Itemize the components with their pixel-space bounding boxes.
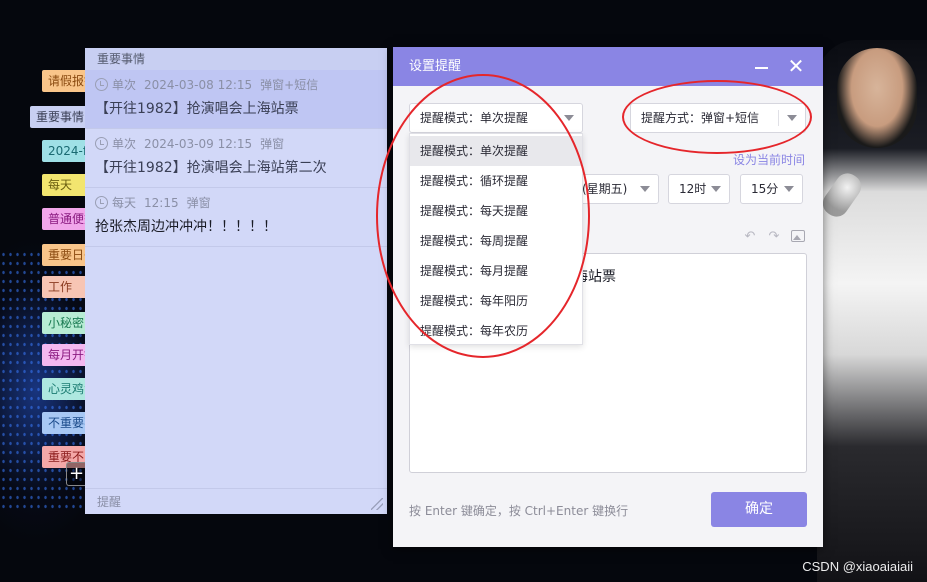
date-value: (星期五) xyxy=(582,182,628,196)
notes-panel-header: 重要事情 xyxy=(85,48,387,70)
minute-value: 15分 xyxy=(751,182,779,196)
confirm-button[interactable]: 确定 xyxy=(711,492,807,527)
close-icon[interactable]: ✕ xyxy=(781,47,811,86)
category-tag[interactable]: 2024-fl xyxy=(42,140,86,162)
reminder-mode-dropdown: 提醒模式：单次提醒 提醒模式：循环提醒 提醒模式：每天提醒 提醒模式：每周提醒 提醒模式… xyxy=(409,133,583,345)
category-tag[interactable]: 每天 xyxy=(42,174,86,196)
editor-toolbar: ↶ ↷ xyxy=(741,229,813,244)
reminder-method-select[interactable]: 提醒方式：弹窗+短信 xyxy=(630,103,806,133)
reminder-mode-select[interactable]: 提醒模式：单次提醒 xyxy=(409,103,583,133)
hour-value: 12时 xyxy=(679,182,707,196)
minute-select[interactable]: 15分 xyxy=(740,174,803,204)
note-meta: 单次 2024-03-09 12:15 弹窗 xyxy=(95,135,377,153)
redo-icon[interactable]: ↷ xyxy=(765,229,783,244)
clock-icon xyxy=(95,196,108,209)
note-item[interactable]: 每天 12:15 弹窗 抢张杰周边冲冲冲！！！！！ xyxy=(85,188,387,247)
chevron-down-icon xyxy=(640,186,650,192)
note-text: 【开往1982】抢演唱会上海站第二次 xyxy=(95,160,327,176)
watermark: CSDN @xiaoaiaiaii xyxy=(802,559,913,574)
category-tag[interactable]: 每月开销 xyxy=(42,344,86,366)
category-tag[interactable]: 重要日子 xyxy=(42,244,86,266)
dropdown-option[interactable]: 提醒模式：每年阳历 xyxy=(410,286,582,316)
hour-select[interactable]: 12时 xyxy=(668,174,730,204)
chevron-down-icon xyxy=(711,186,721,192)
dropdown-option[interactable]: 提醒模式：每月提醒 xyxy=(410,256,582,286)
dialog-title: 设置提醒 xyxy=(409,59,462,74)
dropdown-option[interactable]: 提醒模式：每周提醒 xyxy=(410,226,582,256)
undo-icon[interactable]: ↶ xyxy=(741,229,759,244)
add-category-button[interactable]: + xyxy=(66,462,86,486)
category-tag[interactable]: 工作 xyxy=(42,276,86,298)
notes-panel: 重要事情 单次 2024-03-08 12:15 弹窗+短信 【开往1982】抢演唱… xyxy=(85,48,387,514)
category-tag[interactable]: 普通便签 xyxy=(42,208,86,230)
chevron-down-icon xyxy=(787,115,797,121)
reminder-mode-value: 提醒模式：单次提醒 xyxy=(420,111,529,125)
chevron-down-icon xyxy=(784,186,794,192)
dialog-title-bar: 设置提醒 ✕ xyxy=(393,47,823,86)
notes-panel-footer: 提醒 xyxy=(85,488,387,514)
clock-icon xyxy=(95,137,108,150)
dropdown-option[interactable]: 提醒模式：每年农历 xyxy=(410,316,582,346)
set-current-time-link[interactable]: 设为当前时间 xyxy=(733,151,805,168)
note-item[interactable]: 单次 2024-03-09 12:15 弹窗 【开往1982】抢演唱会上海站第二次 xyxy=(85,129,387,188)
note-meta: 每天 12:15 弹窗 xyxy=(95,194,377,212)
note-text: 抢张杰周边冲冲冲！！！！！ xyxy=(95,219,277,235)
clock-icon xyxy=(95,78,108,91)
keyboard-hint: 按 Enter 键确定，按 Ctrl+Enter 键换行 xyxy=(409,504,629,518)
note-meta: 单次 2024-03-08 12:15 弹窗+短信 xyxy=(95,76,377,94)
category-tag[interactable]: 不重要不 xyxy=(42,412,86,434)
category-tag[interactable]: 重要事情 xyxy=(30,106,86,128)
minimize-icon[interactable] xyxy=(747,47,777,86)
reminder-method-value: 提醒方式：弹窗+短信 xyxy=(641,111,760,125)
select-divider xyxy=(778,110,779,126)
image-icon[interactable] xyxy=(789,229,807,244)
note-item[interactable]: 单次 2024-03-08 12:15 弹窗+短信 【开往1982】抢演唱会上海站票 xyxy=(85,70,387,129)
dropdown-option[interactable]: 提醒模式：单次提醒 xyxy=(410,136,582,166)
resize-grip-icon[interactable] xyxy=(371,498,383,510)
note-text: 【开往1982】抢演唱会上海站票 xyxy=(95,101,299,117)
category-tag[interactable]: 心灵鸡汤 xyxy=(42,378,86,400)
dropdown-option[interactable]: 提醒模式：循环提醒 xyxy=(410,166,582,196)
category-tag[interactable]: 请假报销 xyxy=(42,70,86,92)
category-tag[interactable]: 小秘密 xyxy=(42,312,86,334)
background-performer-head xyxy=(837,48,917,148)
chevron-down-icon xyxy=(564,115,574,121)
dropdown-option[interactable]: 提醒模式：每天提醒 xyxy=(410,196,582,226)
